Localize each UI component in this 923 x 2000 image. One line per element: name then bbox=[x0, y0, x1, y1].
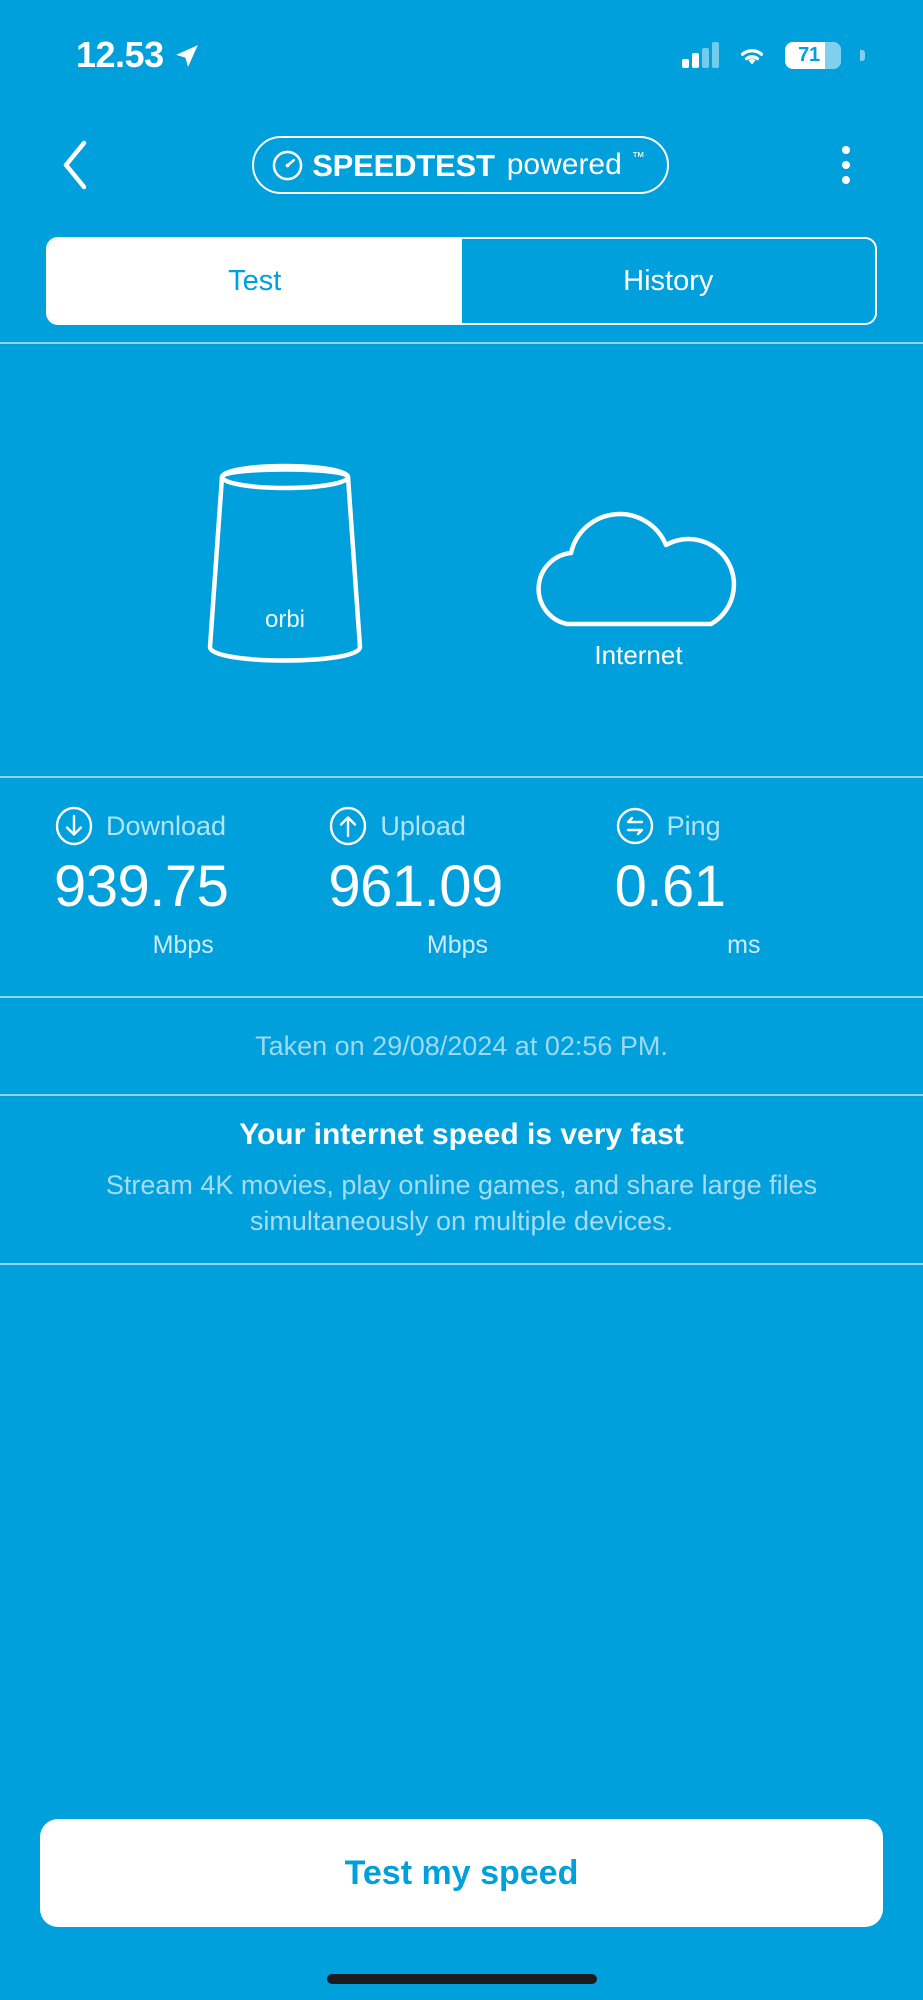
location-arrow-icon bbox=[174, 43, 200, 69]
status-bar: 12.53 71 bbox=[0, 0, 923, 110]
connection-illustration: orbi Internet bbox=[0, 344, 923, 776]
metrics-row: Download 939.75 Mbps Upload 961.09 Mbps bbox=[0, 778, 923, 996]
home-indicator-area bbox=[0, 1958, 923, 2000]
home-indicator[interactable] bbox=[326, 1974, 597, 1984]
metric-upload: Upload 961.09 Mbps bbox=[322, 804, 596, 958]
cta-container: Test my speed bbox=[0, 1788, 923, 1958]
internet-label: Internet bbox=[594, 640, 683, 670]
status-bar-right: 71 bbox=[682, 41, 865, 69]
internet-graphic: Internet bbox=[489, 496, 789, 668]
advisory-title: Your internet speed is very fast bbox=[239, 1118, 684, 1152]
app-header: SPEEDTEST powered ™ bbox=[0, 110, 923, 220]
status-bar-clock: 12.53 bbox=[76, 34, 164, 75]
metric-value: 939.75 bbox=[54, 854, 229, 919]
logo-trademark: ™ bbox=[631, 149, 645, 164]
metric-label: Download bbox=[106, 810, 227, 841]
back-button[interactable] bbox=[48, 138, 102, 192]
metric-label: Upload bbox=[380, 810, 466, 841]
metric-download: Download 939.75 Mbps bbox=[40, 804, 322, 958]
kebab-dot bbox=[841, 146, 850, 154]
battery-percent-label: 71 bbox=[798, 44, 820, 66]
router-graphic: orbi bbox=[135, 449, 435, 671]
battery-icon: 71 bbox=[785, 41, 841, 69]
tab-history[interactable]: History bbox=[462, 239, 876, 323]
tab-bar: Test History bbox=[0, 220, 923, 342]
metric-unit: ms bbox=[727, 930, 761, 959]
advisory-body: Stream 4K movies, play online games, and… bbox=[105, 1170, 818, 1236]
metric-unit: Mbps bbox=[426, 930, 489, 959]
overflow-menu-button[interactable] bbox=[819, 138, 873, 192]
orbi-router-icon: orbi bbox=[200, 449, 370, 671]
cloud-icon bbox=[535, 496, 743, 628]
taken-on-timestamp: Taken on 29/08/2024 at 02:56 PM. bbox=[255, 1030, 668, 1061]
test-my-speed-button[interactable]: Test my speed bbox=[40, 1819, 883, 1927]
kebab-dot bbox=[841, 161, 850, 169]
metric-value: 0.61 bbox=[614, 854, 726, 919]
metric-label: Ping bbox=[666, 810, 721, 841]
cellular-signal-icon bbox=[682, 42, 719, 68]
battery-cap-icon bbox=[860, 49, 865, 61]
metric-value: 961.09 bbox=[328, 854, 503, 919]
status-bar-left: 12.53 bbox=[76, 37, 200, 73]
upload-arrow-icon bbox=[328, 806, 368, 846]
chevron-left-icon bbox=[63, 140, 87, 190]
speedometer-icon bbox=[272, 150, 303, 181]
speed-advisory: Your internet speed is very fast Stream … bbox=[0, 1096, 923, 1263]
speedtest-logo: SPEEDTEST powered ™ bbox=[252, 136, 669, 194]
metric-unit: Mbps bbox=[152, 930, 214, 959]
ping-exchange-icon bbox=[615, 806, 655, 846]
kebab-dot bbox=[841, 176, 850, 184]
app-screen: 12.53 71 SPEEDTEST powered ™ Test Histor… bbox=[0, 0, 923, 2000]
download-arrow-icon bbox=[54, 806, 94, 846]
logo-primary-text: SPEEDTEST bbox=[312, 147, 495, 183]
svg-text:orbi: orbi bbox=[264, 606, 304, 633]
logo-secondary-text: powered bbox=[506, 148, 622, 181]
metric-ping: Ping 0.61 ms bbox=[597, 804, 883, 958]
wifi-icon bbox=[736, 43, 768, 67]
tab-test[interactable]: Test bbox=[48, 239, 462, 323]
